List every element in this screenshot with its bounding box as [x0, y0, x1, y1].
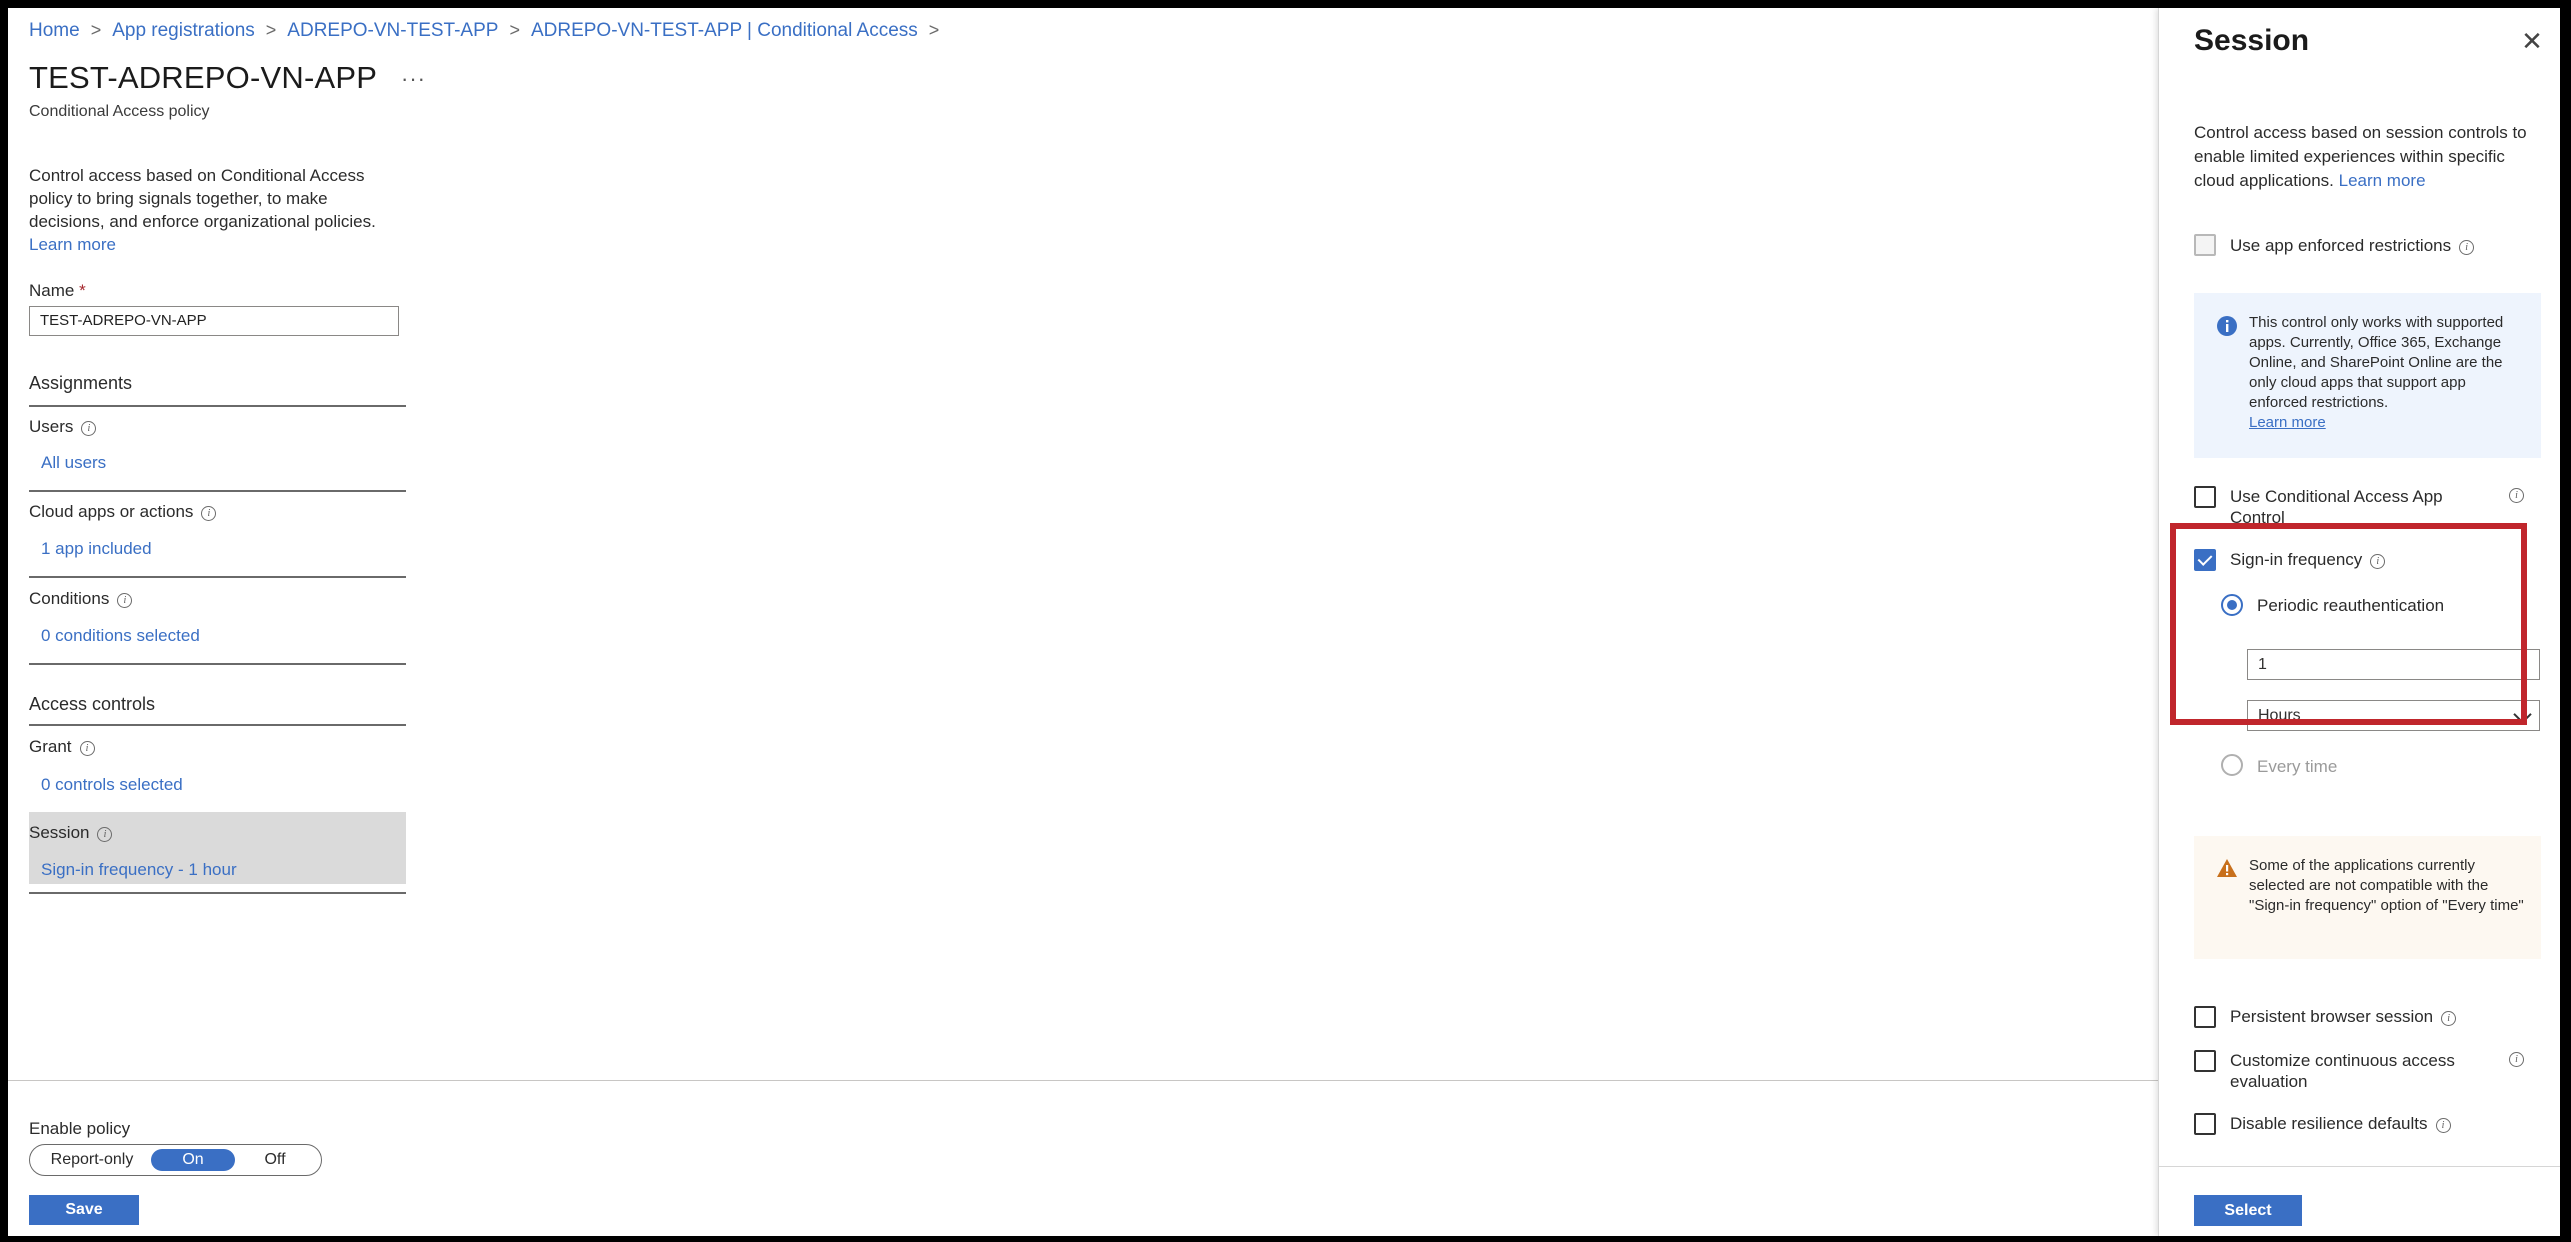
info-icon[interactable]: i — [2459, 240, 2475, 255]
app-enforced-checkbox[interactable] — [2194, 234, 2216, 256]
page-subtitle: Conditional Access policy — [29, 103, 210, 120]
persistent-browser-label: Persistent browser session i — [2230, 1006, 2457, 1027]
assignments-heading: Assignments — [29, 373, 133, 393]
conditions-label-text: Conditions — [29, 589, 110, 608]
grant-value-link[interactable]: 0 controls selected — [41, 775, 183, 795]
toggle-report-only[interactable]: Report-only — [36, 1149, 148, 1171]
app-enforced-label-text: Use app enforced restrictions — [2230, 236, 2452, 255]
name-input[interactable]: TEST-ADREPO-VN-APP — [29, 306, 399, 336]
divider — [29, 724, 406, 726]
info-icon[interactable]: i — [97, 827, 113, 842]
panel-learn-more-link[interactable]: Learn more — [2339, 171, 2426, 190]
info-learn-more-link[interactable]: Learn more — [2249, 414, 2326, 431]
persistent-browser-label-text: Persistent browser session — [2230, 1007, 2434, 1026]
breadcrumb-app[interactable]: ADREPO-VN-TEST-APP — [287, 20, 498, 41]
panel-title: Session — [2194, 24, 2310, 57]
users-value-link[interactable]: All users — [41, 453, 106, 473]
chevron-right-icon: > — [265, 20, 277, 40]
breadcrumb-conditional-access[interactable]: ADREPO-VN-TEST-APP | Conditional Access — [531, 20, 918, 41]
cloud-apps-label: Cloud apps or actions i — [29, 502, 217, 522]
grant-label-text: Grant — [29, 737, 72, 756]
app-window: Home > App registrations > ADREPO-VN-TEST-AP… — [8, 8, 2560, 1236]
save-button[interactable]: Save — [29, 1195, 139, 1225]
info-icon[interactable]: i — [2509, 488, 2524, 503]
info-message-text: This control only works with supported a… — [2249, 314, 2504, 411]
info-icon[interactable]: i — [117, 593, 133, 608]
divider — [29, 663, 406, 665]
close-icon[interactable]: ✕ — [2519, 28, 2545, 54]
enable-policy-label: Enable policy — [29, 1119, 131, 1138]
chevron-right-icon: > — [928, 20, 940, 40]
session-label: Session i — [29, 823, 113, 843]
enable-policy-toggle: Report-only On Off — [29, 1144, 322, 1176]
info-message-box: This control only works with supported a… — [2194, 293, 2541, 458]
warning-message-box: Some of the applications currently selec… — [2194, 836, 2541, 959]
divider — [29, 892, 406, 894]
breadcrumb: Home > App registrations > ADREPO-VN-TEST-AP… — [29, 20, 950, 42]
session-row[interactable]: Session i Sign-in frequency - 1 hour — [29, 812, 406, 884]
conditions-label: Conditions i — [29, 589, 133, 609]
required-mark: * — [79, 281, 86, 300]
divider — [29, 576, 406, 578]
session-label-text: Session — [29, 823, 90, 842]
footer-divider — [8, 1080, 2158, 1081]
info-icon[interactable]: i — [81, 421, 97, 436]
toggle-on[interactable]: On — [151, 1149, 235, 1171]
info-icon[interactable]: i — [2441, 1011, 2457, 1026]
conditions-value-link[interactable]: 0 conditions selected — [41, 626, 200, 646]
warning-icon — [2217, 859, 2237, 877]
persistent-browser-checkbox[interactable] — [2194, 1006, 2216, 1028]
more-options-button[interactable]: ··· — [401, 66, 426, 92]
continuous-access-label: Customize continuous access evaluation — [2230, 1051, 2455, 1091]
session-panel: Session ✕ Control access based on sessio… — [2158, 8, 2560, 1236]
divider — [29, 405, 406, 407]
breadcrumb-home[interactable]: Home — [29, 20, 80, 41]
cloud-apps-label-text: Cloud apps or actions — [29, 502, 194, 521]
resilience-label: Disable resilience defaults i — [2230, 1113, 2451, 1134]
every-time-radio[interactable] — [2221, 754, 2243, 776]
app-enforced-label: Use app enforced restrictions i — [2230, 235, 2475, 256]
users-label: Users i — [29, 417, 97, 437]
description-text: Control access based on Conditional Acce… — [29, 166, 376, 231]
info-icon[interactable]: i — [201, 506, 217, 521]
info-icon — [2217, 316, 2237, 336]
ca-app-control-checkbox[interactable] — [2194, 486, 2216, 508]
name-label: Name * — [29, 281, 86, 301]
name-label-text: Name — [29, 281, 75, 300]
panel-description: Control access based on session controls… — [2194, 121, 2534, 193]
cloud-apps-value-link[interactable]: 1 app included — [41, 539, 152, 559]
continuous-access-checkbox[interactable] — [2194, 1050, 2216, 1072]
every-time-label: Every time — [2257, 757, 2338, 776]
warning-message-text: Some of the applications currently selec… — [2249, 857, 2524, 914]
divider — [29, 490, 406, 492]
breadcrumb-app-registrations[interactable]: App registrations — [112, 20, 255, 41]
users-label-text: Users — [29, 417, 74, 436]
learn-more-link[interactable]: Learn more — [29, 235, 116, 254]
panel-footer-divider — [2159, 1166, 2560, 1167]
resilience-checkbox[interactable] — [2194, 1113, 2216, 1135]
grant-label: Grant i — [29, 737, 95, 757]
select-button[interactable]: Select — [2194, 1195, 2302, 1226]
access-controls-heading: Access controls — [29, 694, 156, 714]
toggle-off[interactable]: Off — [240, 1149, 310, 1171]
resilience-label-text: Disable resilience defaults — [2230, 1114, 2428, 1133]
session-value-link[interactable]: Sign-in frequency - 1 hour — [41, 860, 237, 880]
highlight-box — [2170, 523, 2527, 725]
chevron-right-icon: > — [509, 20, 520, 40]
chevron-right-icon: > — [90, 20, 102, 40]
info-icon[interactable]: i — [2435, 1118, 2451, 1133]
info-icon[interactable]: i — [79, 741, 95, 756]
page-title: TEST-ADREPO-VN-APP — [29, 60, 378, 95]
ca-app-control-label: Use Conditional Access App Control — [2230, 487, 2443, 527]
page-description: Control access based on Conditional Acce… — [29, 164, 399, 256]
info-icon[interactable]: i — [2509, 1052, 2524, 1067]
